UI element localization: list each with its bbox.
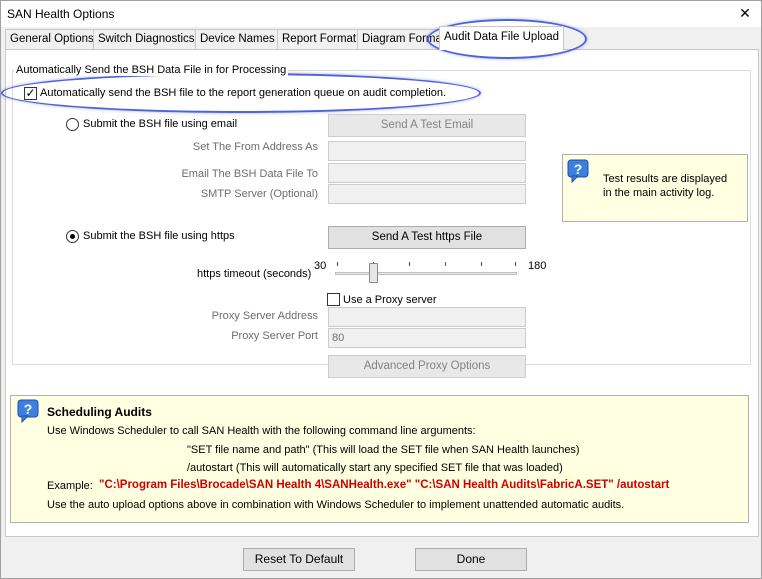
help-icon: ? — [567, 159, 589, 183]
slider-tick — [409, 262, 410, 266]
use-proxy-label: Use a Proxy server — [343, 294, 437, 306]
slider-tick — [481, 262, 482, 266]
advanced-proxy-options-button[interactable]: Advanced Proxy Options — [328, 355, 526, 378]
group-legend: Automatically Send the BSH Data File in … — [14, 64, 289, 76]
timeout-slider-track[interactable] — [335, 272, 517, 275]
slider-tick — [515, 262, 516, 266]
scheduling-line1: Use Windows Scheduler to call SAN Health… — [47, 425, 476, 437]
tab-switch-diagnostics[interactable]: Switch Diagnostics — [93, 29, 200, 49]
auto-send-checkbox[interactable]: ✓ — [24, 87, 37, 100]
smtp-server-input[interactable] — [328, 184, 526, 204]
scheduling-arg2: /autostart (This will automatically star… — [187, 462, 563, 474]
help-icon: ? — [17, 399, 39, 423]
timeout-min-label: 30 — [314, 260, 327, 272]
tab-report-format[interactable]: Report Format — [277, 29, 362, 49]
proxy-address-input[interactable] — [328, 307, 526, 327]
auto-send-label: Automatically send the BSH file to the r… — [40, 87, 447, 99]
send-test-email-button[interactable]: Send A Test Email — [328, 114, 526, 137]
options-window: SAN Health Options ✕ General Options Swi… — [0, 0, 762, 579]
scheduling-audits-note: ? Scheduling Audits Use Windows Schedule… — [10, 395, 749, 523]
proxy-address-label: Proxy Server Address — [211, 310, 318, 322]
email-to-input[interactable] — [328, 163, 526, 183]
example-command: "C:\Program Files\Brocade\SAN Health 4\S… — [99, 479, 670, 491]
reset-to-default-button[interactable]: Reset To Default — [243, 548, 355, 571]
tab-device-names[interactable]: Device Names — [195, 29, 280, 49]
https-radio-label: Submit the BSH file using https — [83, 230, 235, 242]
email-radio[interactable] — [66, 118, 79, 131]
smtp-server-label: SMTP Server (Optional) — [200, 188, 318, 200]
svg-text:?: ? — [574, 161, 583, 177]
slider-tick — [337, 262, 338, 266]
proxy-port-input[interactable]: 80 — [328, 328, 526, 348]
from-address-label: Set The From Address As — [192, 141, 318, 153]
slider-tick — [445, 262, 446, 266]
timeout-label: https timeout (seconds) — [197, 268, 312, 280]
window-title: SAN Health Options — [7, 7, 115, 21]
audit-upload-panel: Automatically Send the BSH Data File in … — [5, 49, 759, 537]
scheduling-last-line: Use the auto upload options above in com… — [47, 499, 625, 511]
send-test-https-button[interactable]: Send A Test https File — [328, 226, 526, 249]
proxy-port-label: Proxy Server Port — [231, 330, 318, 342]
test-note-line2: in the main activity log. — [603, 187, 715, 199]
svg-text:?: ? — [24, 401, 33, 417]
example-label: Example: — [47, 480, 93, 492]
test-note-line1: Test results are displayed — [603, 173, 728, 185]
email-radio-label: Submit the BSH file using email — [83, 118, 238, 130]
https-radio[interactable] — [66, 230, 79, 243]
done-button[interactable]: Done — [415, 548, 527, 571]
timeout-slider-thumb[interactable] — [369, 263, 378, 283]
scheduling-heading: Scheduling Audits — [47, 405, 152, 419]
timeout-max-label: 180 — [528, 260, 547, 272]
tab-general-options[interactable]: General Options — [5, 29, 99, 49]
use-proxy-checkbox[interactable] — [327, 293, 340, 306]
scheduling-arg1: "SET file name and path" (This will load… — [187, 444, 580, 456]
tab-diagram-format[interactable]: Diagram Format — [357, 29, 451, 49]
title-bar: SAN Health Options ✕ — [1, 1, 761, 27]
email-to-label: Email The BSH Data File To — [181, 168, 318, 180]
from-address-input[interactable] — [328, 141, 526, 161]
tab-audit-data-file-upload[interactable]: Audit Data File Upload — [439, 26, 565, 50]
close-icon[interactable]: ✕ — [733, 3, 757, 23]
test-results-note: ? Test results are displayed in the main… — [562, 154, 748, 222]
